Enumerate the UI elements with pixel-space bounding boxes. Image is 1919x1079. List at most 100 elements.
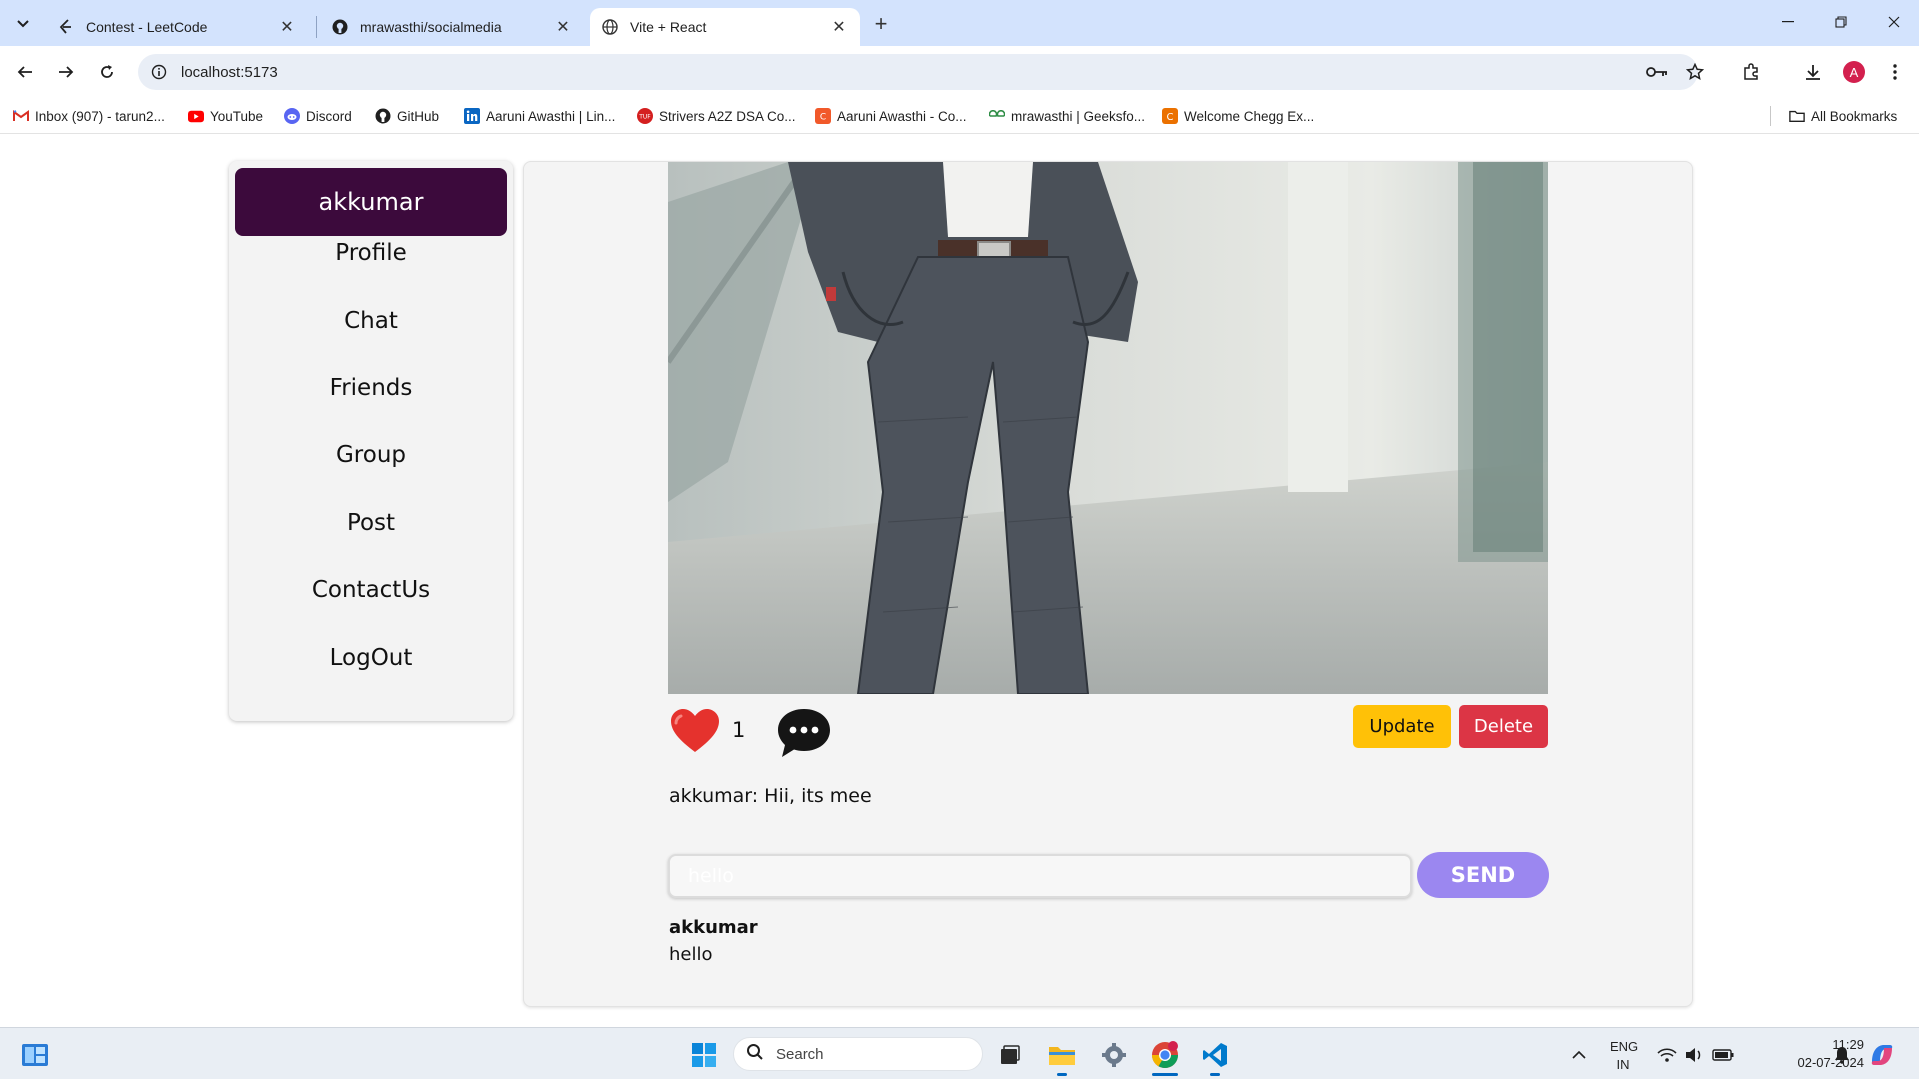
file-explorer-icon[interactable]	[1045, 1038, 1079, 1072]
forward-arrow-icon[interactable]	[52, 58, 80, 86]
comment-text: hello	[669, 944, 713, 965]
sidebar-item-friends[interactable]: Friends	[229, 368, 513, 408]
tab-separator	[316, 16, 317, 38]
profile-avatar[interactable]: A	[1840, 58, 1868, 86]
language-indicator[interactable]: ENG	[1610, 1039, 1638, 1054]
notification-bell-icon[interactable]	[1825, 1038, 1859, 1072]
address-bar[interactable]: localhost:5173	[138, 54, 1698, 90]
heart-like-icon[interactable]	[669, 707, 721, 755]
bookmark-label: Welcome Chegg Ex...	[1184, 108, 1315, 124]
bookmark-label: All Bookmarks	[1811, 108, 1898, 124]
all-bookmarks[interactable]: All Bookmarks	[1789, 104, 1897, 128]
running-indicator	[1210, 1073, 1220, 1076]
send-button[interactable]: SEND	[1417, 852, 1549, 898]
sidebar-item-chat[interactable]: Chat	[229, 301, 513, 341]
bookmark-strivers[interactable]: TUF Strivers A2Z DSA Co...	[637, 104, 796, 128]
sidebar-item-post[interactable]: Post	[229, 503, 513, 543]
password-key-icon[interactable]	[1643, 58, 1671, 86]
restore-icon[interactable]	[1821, 8, 1861, 36]
bookmark-discord[interactable]: Discord	[284, 104, 352, 128]
chrome-icon[interactable]	[1148, 1038, 1182, 1072]
download-icon[interactable]	[1799, 58, 1827, 86]
bookmark-linkedin[interactable]: Aaruni Awasthi | Lin...	[464, 104, 615, 128]
bookmark-label: Inbox (907) - tarun2...	[35, 108, 165, 124]
post-card: 1 Update Delete akkumar: Hii, its mee SE…	[523, 161, 1693, 1007]
sidebar-item-profile[interactable]: Profile	[229, 233, 513, 273]
bookmark-label: GitHub	[397, 108, 440, 124]
tab-vite-react[interactable]: Vite + React ✕	[590, 8, 860, 46]
battery-icon[interactable]	[1706, 1038, 1740, 1072]
copilot-icon[interactable]	[1865, 1038, 1899, 1072]
svg-text:C: C	[820, 113, 826, 123]
close-tab-icon[interactable]: ✕	[554, 18, 572, 36]
linkedin-icon	[464, 108, 480, 124]
sidebar-item-logout[interactable]: LogOut	[229, 638, 513, 678]
browser-toolbar: localhost:5173 A	[0, 46, 1919, 98]
site-info-icon[interactable]	[149, 62, 169, 82]
bookmark-codechef[interactable]: C Aaruni Awasthi - Co...	[815, 104, 967, 128]
bookmark-youtube[interactable]: YouTube	[188, 104, 263, 128]
reload-icon[interactable]	[93, 58, 121, 86]
bookmark-label: mrawasthi | Geeksfo...	[1011, 108, 1146, 124]
svg-text:TUF: TUF	[638, 114, 651, 121]
bookmarks-bar: Inbox (907) - tarun2... YouTube Discord …	[0, 98, 1919, 134]
tab-github[interactable]: mrawasthi/socialmedia ✕	[320, 8, 584, 46]
windows-start-icon[interactable]	[687, 1038, 721, 1072]
close-tab-icon[interactable]: ✕	[830, 18, 848, 36]
tab-strip: Contest - LeetCode ✕ mrawasthi/socialmed…	[0, 0, 1919, 46]
bookmark-label: YouTube	[210, 108, 264, 124]
github-icon	[332, 19, 348, 35]
bookmark-chegg[interactable]: C Welcome Chegg Ex...	[1162, 104, 1314, 128]
youtube-icon	[188, 108, 204, 124]
comment-input[interactable]	[668, 854, 1412, 898]
sidebar-item-contactus[interactable]: ContactUs	[229, 570, 513, 610]
bookmark-label: Aaruni Awasthi - Co...	[837, 108, 967, 124]
tab-leetcode[interactable]: Contest - LeetCode ✕	[46, 8, 308, 46]
url-text: localhost:5173	[181, 63, 278, 81]
post-caption: akkumar: Hii, its mee	[669, 785, 872, 807]
tab-search-chevron-icon[interactable]	[10, 11, 36, 37]
delete-button[interactable]: Delete	[1459, 705, 1548, 748]
geeksforgeeks-icon	[989, 108, 1005, 124]
kebab-menu-icon[interactable]	[1881, 58, 1909, 86]
tray-chevron-up-icon[interactable]	[1562, 1038, 1596, 1072]
sidebar-item-group[interactable]: Group	[229, 435, 513, 475]
comment-bubble-icon[interactable]	[776, 705, 832, 761]
sidebar-username: akkumar	[235, 168, 507, 236]
close-tab-icon[interactable]: ✕	[278, 18, 296, 36]
github-icon	[375, 108, 391, 124]
extensions-puzzle-icon[interactable]	[1737, 58, 1765, 86]
close-window-icon[interactable]	[1874, 8, 1914, 36]
chegg-icon: C	[1162, 108, 1178, 124]
globe-icon	[602, 19, 618, 35]
search-icon	[746, 1043, 764, 1065]
minimize-icon[interactable]	[1768, 8, 1808, 36]
app-page: akkumar Profile Chat Friends Group Post …	[0, 135, 1919, 1027]
vscode-icon[interactable]	[1198, 1038, 1232, 1072]
gmail-icon	[13, 108, 29, 124]
settings-gear-icon[interactable]	[1097, 1038, 1131, 1072]
tab-title: mrawasthi/socialmedia	[360, 19, 502, 35]
bookmarks-separator	[1770, 106, 1771, 126]
bookmark-label: Aaruni Awasthi | Lin...	[486, 108, 616, 124]
task-view-icon[interactable]	[993, 1038, 1027, 1072]
bookmark-geeksforgeeks[interactable]: mrawasthi | Geeksfo...	[989, 104, 1145, 128]
bookmark-label: Discord	[306, 108, 352, 124]
folder-icon	[1789, 108, 1805, 124]
update-button[interactable]: Update	[1353, 705, 1451, 748]
running-indicator	[1057, 1073, 1067, 1076]
tab-title: Contest - LeetCode	[86, 19, 208, 35]
comment-author: akkumar	[669, 917, 758, 938]
post-image	[668, 162, 1548, 694]
new-tab-button[interactable]: +	[868, 11, 894, 37]
running-indicator	[1152, 1073, 1178, 1076]
bookmark-github[interactable]: GitHub	[375, 104, 439, 128]
leetcode-icon	[58, 19, 74, 35]
taskbar-search[interactable]: Search	[733, 1037, 983, 1071]
back-arrow-icon[interactable]	[11, 58, 39, 86]
tab-title: Vite + React	[630, 19, 707, 35]
bookmark-star-icon[interactable]	[1681, 58, 1709, 86]
bookmark-gmail[interactable]: Inbox (907) - tarun2...	[13, 104, 165, 128]
widgets-icon[interactable]	[18, 1038, 52, 1072]
codechef-icon: C	[815, 108, 831, 124]
